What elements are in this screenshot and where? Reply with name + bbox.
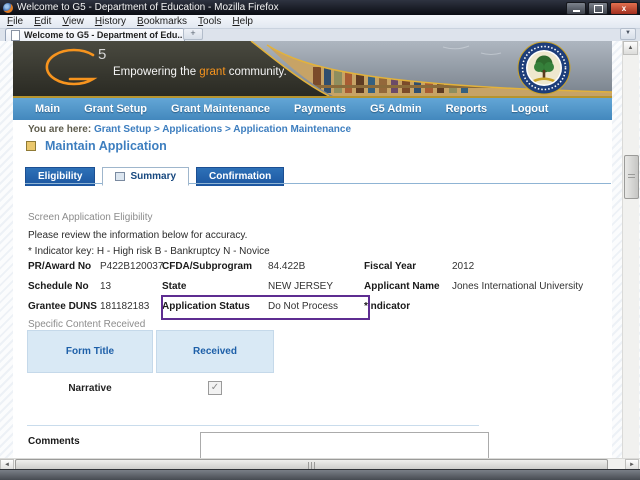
window-controls: x <box>566 2 638 15</box>
title-bar: Welcome to G5 - Department of Education … <box>0 0 640 15</box>
field-label: Grantee DUNS <box>28 301 97 312</box>
received-checkbox[interactable]: ✓ <box>208 381 222 395</box>
scroll-up-arrow-icon[interactable]: ▲ <box>623 41 638 55</box>
field-value: Do Not Process <box>268 301 339 312</box>
firefox-icon <box>3 2 13 13</box>
scrollbar-grip <box>307 462 316 469</box>
tab-summary[interactable]: Summary <box>102 167 190 186</box>
menu-tools[interactable]: Tools <box>198 16 221 27</box>
banner-tagline: Empowering the grant community. <box>113 66 287 78</box>
breadcrumb-prefix: You are here: <box>28 124 92 135</box>
menu-edit[interactable]: Edit <box>34 16 51 27</box>
field-label: *Indicator <box>364 301 411 312</box>
field-value: 13 <box>100 281 112 292</box>
indicator-key-text: * Indicator key: H - High risk B - Bankr… <box>28 246 270 257</box>
form-title-cell: Narrative <box>68 382 112 394</box>
menu-file[interactable]: File <box>7 16 23 27</box>
field-value: 2012 <box>452 261 475 272</box>
comments-label: Comments <box>28 436 80 447</box>
field-label: Applicant Name <box>364 281 440 292</box>
content-received-label: Specific Content Received <box>28 319 146 330</box>
field-label: State <box>162 281 187 292</box>
page-panel: 5 Empowering the grant community. Main G… <box>13 41 612 470</box>
page-title: Maintain Application <box>45 139 167 153</box>
vertical-scrollbar[interactable]: ▲ <box>622 41 639 458</box>
field-value: P422B120037 <box>100 261 164 272</box>
close-button[interactable]: x <box>610 2 638 15</box>
window-bottom-edge <box>0 469 640 480</box>
new-tab-button[interactable]: + <box>183 28 203 40</box>
content-received-table: Form Title Received Narrative ✓ <box>27 330 274 403</box>
nav-g5-admin[interactable]: G5 Admin <box>370 103 422 115</box>
field-value: Jones International University <box>452 281 584 292</box>
minimize-button[interactable] <box>566 2 586 15</box>
field-value: 84.422B <box>268 261 306 272</box>
browser-tab[interactable]: Welcome to G5 - Department of Edu... <box>5 28 185 41</box>
tab-list-arrow-icon[interactable]: ▼ <box>620 28 636 40</box>
g5-banner: 5 Empowering the grant community. <box>13 41 612 98</box>
nav-main[interactable]: Main <box>35 103 60 115</box>
page-icon <box>11 29 20 41</box>
table-row: Narrative ✓ <box>27 373 274 403</box>
tab-summary-label: Summary <box>130 171 177 182</box>
nav-reports[interactable]: Reports <box>446 103 488 115</box>
table-header-row: Form Title Received <box>27 330 274 373</box>
breadcrumb-path[interactable]: Grant Setup > Applications > Application… <box>94 124 351 135</box>
field-label: PR/Award No <box>28 261 92 272</box>
vertical-scrollbar-thumb[interactable] <box>624 155 639 199</box>
bullet-icon <box>26 141 36 151</box>
field-value: 181182183 <box>100 301 150 312</box>
received-cell: ✓ <box>156 381 274 395</box>
g5-logo-five: 5 <box>98 46 106 63</box>
section-divider <box>27 425 479 426</box>
menu-bar: File Edit View History Bookmarks Tools H… <box>0 15 640 29</box>
education-seal <box>517 41 571 95</box>
summary-tab-icon <box>115 172 126 181</box>
menu-bookmarks[interactable]: Bookmarks <box>137 16 187 27</box>
column-header-received: Received <box>156 330 274 373</box>
field-label: Fiscal Year <box>364 261 417 272</box>
nav-logout[interactable]: Logout <box>511 103 548 115</box>
scrollbar-grip <box>628 174 635 180</box>
section-heading: Screen Application Eligibility <box>28 212 153 223</box>
field-label: Schedule No <box>28 281 89 292</box>
minimize-icon <box>572 9 580 12</box>
banner-artwork: 5 Empowering the grant community. <box>13 41 612 96</box>
application-fields: PR/Award No P422B120037 CFDA/Subprogram … <box>28 261 598 321</box>
column-header-form-title: Form Title <box>27 330 153 373</box>
field-label: Application Status <box>162 301 250 312</box>
window-title: Welcome to G5 - Department of Education … <box>17 2 279 13</box>
menu-view[interactable]: View <box>62 16 84 27</box>
browser-tab-title: Welcome to G5 - Department of Edu... <box>24 30 185 40</box>
menu-history[interactable]: History <box>95 16 126 27</box>
main-nav: Main Grant Setup Grant Maintenance Payme… <box>13 98 612 120</box>
nav-grant-maintenance[interactable]: Grant Maintenance <box>171 103 270 115</box>
nav-payments[interactable]: Payments <box>294 103 346 115</box>
maximize-icon <box>593 4 603 13</box>
breadcrumb: You are here: Grant Setup > Applications… <box>28 124 351 135</box>
field-label: CFDA/Subprogram <box>162 261 252 272</box>
browser-tab-strip: Welcome to G5 - Department of Edu... + ▼ <box>0 28 640 41</box>
page-title-row: Maintain Application <box>26 139 167 153</box>
instruction-text: Please review the information below for … <box>28 230 248 241</box>
menu-help[interactable]: Help <box>232 16 253 27</box>
maximize-button[interactable] <box>588 2 608 15</box>
field-value: NEW JERSEY <box>268 281 334 292</box>
nav-grant-setup[interactable]: Grant Setup <box>84 103 147 115</box>
page-viewport: 5 Empowering the grant community. Main G… <box>0 41 640 470</box>
